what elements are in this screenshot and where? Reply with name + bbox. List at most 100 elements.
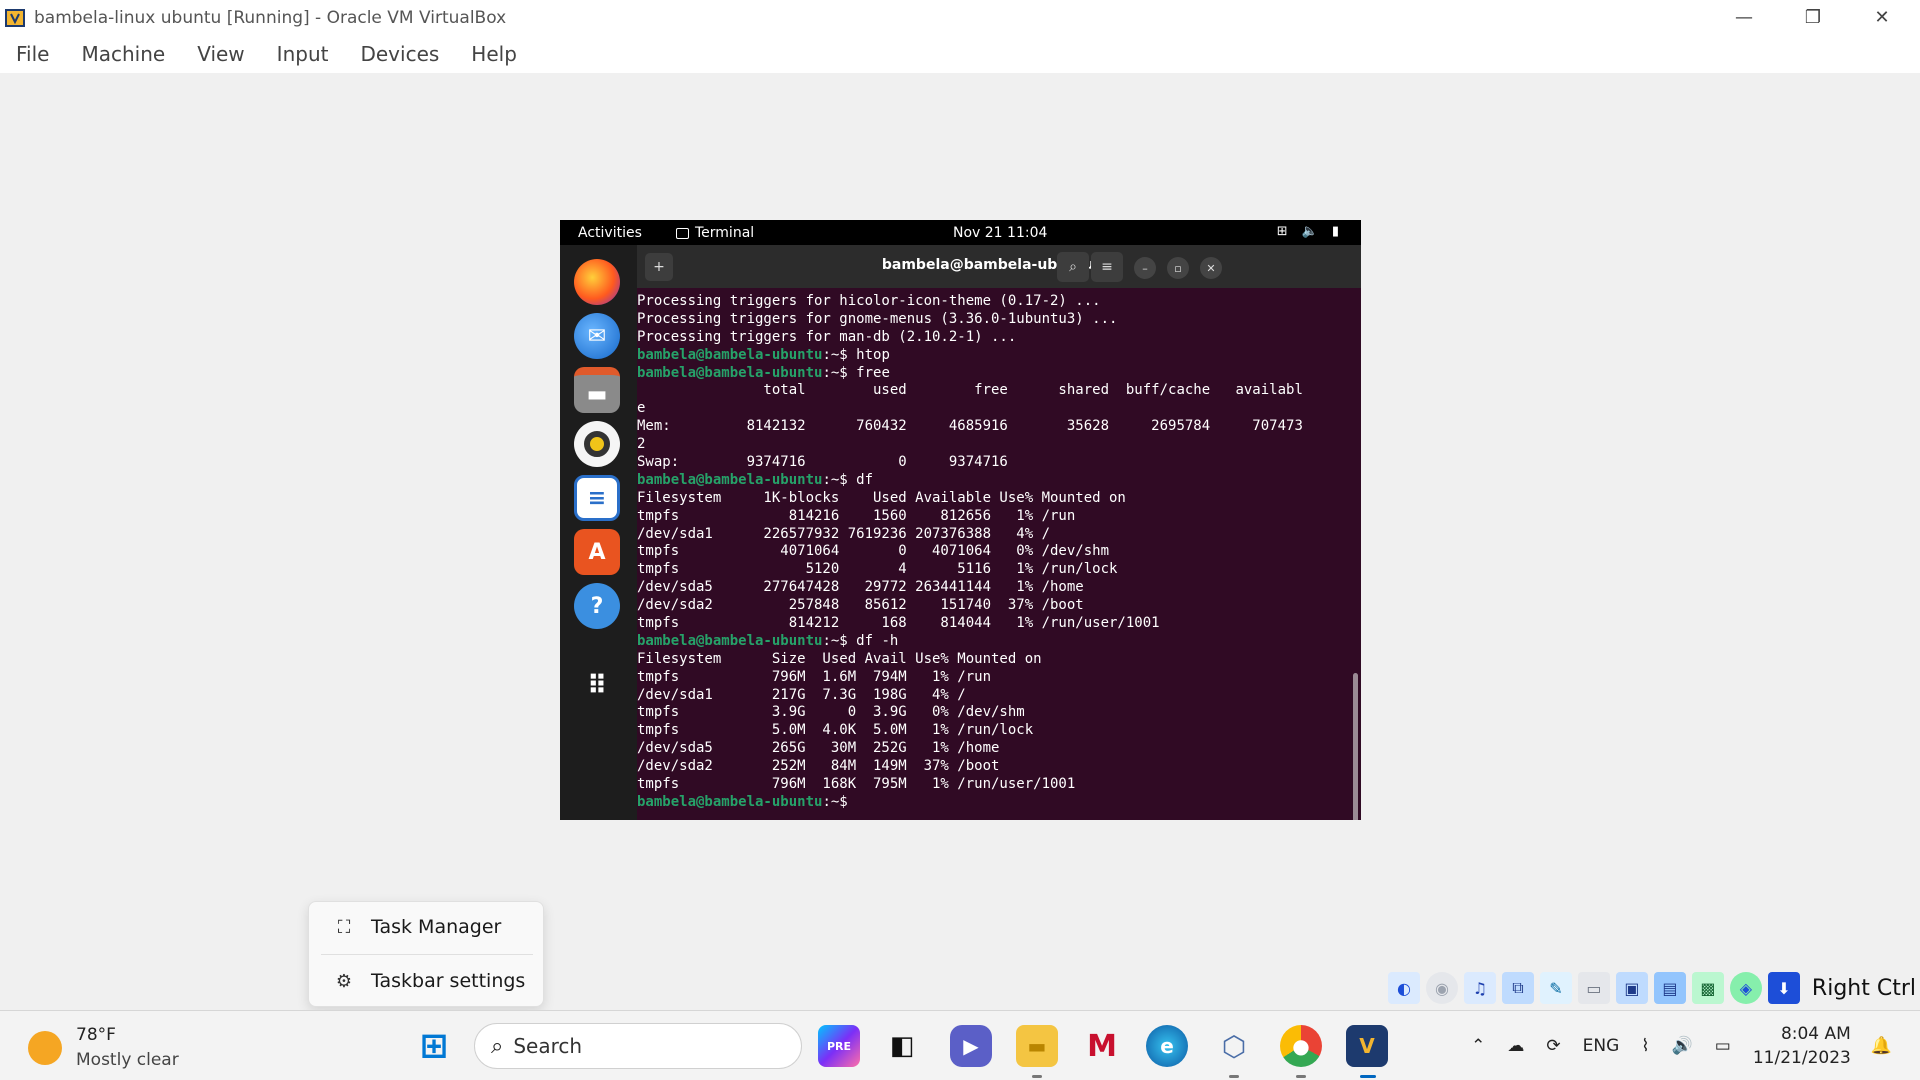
mouse-integration-icon[interactable]: ⬇ xyxy=(1767,972,1800,1004)
volume-icon: 🔈 xyxy=(1301,224,1318,239)
weather-temp: 78°F xyxy=(76,1025,116,1045)
shell-command: :~$ df xyxy=(822,471,874,488)
window-titlebar: bambela-linux ubuntu [Running] - Oracle … xyxy=(0,0,1920,35)
menu-divider xyxy=(321,954,533,955)
chrome-icon[interactable]: ● xyxy=(1280,1025,1322,1067)
recording-icon[interactable]: ▤ xyxy=(1653,972,1686,1004)
app-menu-label: Terminal xyxy=(695,225,755,241)
restore-button[interactable]: ❐ xyxy=(1779,0,1847,35)
file-explorer-icon[interactable]: ▬ xyxy=(1016,1025,1058,1067)
menu-view[interactable]: View xyxy=(197,42,244,66)
app-menu[interactable]: Terminal xyxy=(676,225,754,241)
task-view-icon[interactable]: ◧ xyxy=(881,1025,923,1067)
activities-button[interactable]: Activities xyxy=(578,225,642,241)
notification-bell-icon[interactable]: 🔔 xyxy=(1871,1036,1892,1056)
shell-prompt: bambela@bambela-ubuntu xyxy=(637,793,823,810)
start-icon[interactable]: ⊞ xyxy=(413,1025,455,1067)
shell-command: :~$ htop xyxy=(822,346,890,363)
terminal-line: 2 xyxy=(637,436,646,453)
taskbar-search[interactable]: ⌕ Search xyxy=(474,1023,802,1069)
menu-help[interactable]: Help xyxy=(471,42,517,66)
terminal-line: Processing triggers for hicolor-icon-the… xyxy=(637,293,1101,309)
close-button[interactable]: ✕ xyxy=(1848,0,1916,35)
weather-moon-icon xyxy=(28,1031,62,1065)
maximize-icon: ▫ xyxy=(1174,261,1182,275)
terminal-line: bambela@bambela-ubuntu:~$ free xyxy=(637,365,1351,383)
show-apps-icon[interactable]: ⠿ xyxy=(574,663,620,709)
explorer-running-indicator xyxy=(1032,1075,1042,1078)
terminal-minimize-button[interactable]: – xyxy=(1134,257,1156,279)
minimize-icon: — xyxy=(1735,7,1753,28)
terminal-headerbar: + bambela@bambela-ubuntu: ~ ⌕ ≡ – ▫ ✕ xyxy=(637,245,1361,288)
menu-devices[interactable]: Devices xyxy=(360,42,439,66)
vm-display[interactable]: Activities Terminal Nov 21 11:04 ⊞ 🔈 ▮ ✉… xyxy=(560,220,1361,820)
display-icon[interactable]: ▣ xyxy=(1615,972,1648,1004)
menu-file[interactable]: File xyxy=(16,42,49,66)
software-icon[interactable]: A xyxy=(574,529,620,575)
show-hidden-icons[interactable]: ⌃ xyxy=(1471,1036,1485,1056)
terminal-line: bambela@bambela-ubuntu:~$ htop xyxy=(637,347,1351,365)
optical-drive-icon[interactable]: ◉ xyxy=(1425,972,1458,1004)
terminal-maximize-button[interactable]: ▫ xyxy=(1167,257,1189,279)
shell-prompt: bambela@bambela-ubuntu xyxy=(637,632,823,649)
onedrive-icon[interactable]: ☁ xyxy=(1507,1036,1524,1056)
taskbar-clock[interactable]: 8:04 AM 11/21/2023 xyxy=(1753,1022,1851,1070)
terminal-output[interactable]: Processing triggers for hicolor-icon-the… xyxy=(637,293,1351,820)
clock[interactable]: Nov 21 11:04 xyxy=(953,225,1047,241)
taskbar-settings-item[interactable]: ⚙ Taskbar settings xyxy=(309,956,545,1006)
teams-chat-icon[interactable]: ▶ xyxy=(950,1025,992,1067)
guest-additions-icon[interactable]: ◈ xyxy=(1729,972,1762,1004)
terminal-line: e xyxy=(637,400,646,417)
terminal-line: /dev/sda5 265G 30M 252G 1% /home xyxy=(637,740,1000,757)
virtualbox-vm-icon[interactable]: V xyxy=(1346,1025,1388,1067)
files-icon[interactable]: ▬ xyxy=(574,367,620,413)
terminal-line: bambela@bambela-ubuntu:~$ df -h xyxy=(637,633,1351,651)
virtualbox-taskbar-icon[interactable]: ⬡ xyxy=(1213,1025,1255,1067)
terminal-search-button[interactable]: ⌕ xyxy=(1057,252,1089,282)
host-key-label[interactable]: Right Ctrl xyxy=(1812,976,1916,1001)
terminal-menu-button[interactable]: ≡ xyxy=(1091,252,1123,282)
system-tray[interactable]: ⊞ 🔈 ▮ xyxy=(1277,224,1339,239)
copilot-icon[interactable]: PRE xyxy=(818,1025,860,1067)
sync-icon[interactable]: ⟳ xyxy=(1546,1036,1560,1056)
menu-input[interactable]: Input xyxy=(277,42,329,66)
firefox-icon[interactable] xyxy=(574,259,620,305)
taskbar-settings-label: Taskbar settings xyxy=(371,970,526,992)
virtualbox-running-indicator xyxy=(1229,1075,1239,1078)
windows-taskbar: 78°F Mostly clear ⊞ ⌕ Search PRE ◧ ▶ ▬ M… xyxy=(0,1010,1920,1080)
task-manager-item[interactable]: ⛶ Task Manager xyxy=(309,902,545,952)
weather-widget[interactable]: 78°F Mostly clear xyxy=(28,1023,179,1073)
shared-folders-icon[interactable]: ▭ xyxy=(1577,972,1610,1004)
minimize-icon: – xyxy=(1142,261,1148,275)
terminal-line: Swap: 9374716 0 9374716 xyxy=(637,454,1008,471)
terminal-line: /dev/sda5 277647428 29772 263441144 1% /… xyxy=(637,579,1084,596)
audio-icon[interactable]: ♫ xyxy=(1463,972,1496,1004)
close-icon: ✕ xyxy=(1206,261,1216,275)
mcafee-icon[interactable]: M xyxy=(1081,1025,1123,1067)
writer-icon[interactable]: ≡ xyxy=(574,475,620,521)
battery-icon[interactable]: ▭ xyxy=(1715,1036,1731,1056)
search-icon: ⌕ xyxy=(1069,259,1077,275)
terminal-line: bambela@bambela-ubuntu:~$ df xyxy=(637,472,1351,490)
thunderbird-icon[interactable]: ✉ xyxy=(574,313,620,359)
rhythmbox-icon[interactable] xyxy=(574,421,620,467)
gnome-top-bar: Activities Terminal Nov 21 11:04 ⊞ 🔈 ▮ xyxy=(560,220,1361,245)
wifi-icon[interactable]: ⌇ xyxy=(1641,1036,1649,1056)
terminal-line: /dev/sda1 226577932 7619236 207376388 4%… xyxy=(637,525,1051,542)
terminal-close-button[interactable]: ✕ xyxy=(1200,257,1222,279)
cpu-icon[interactable]: ▩ xyxy=(1691,972,1724,1004)
network-adapter-icon[interactable]: ⧉ xyxy=(1501,972,1534,1004)
terminal-window[interactable]: + bambela@bambela-ubuntu: ~ ⌕ ≡ – ▫ ✕ Pr… xyxy=(637,245,1361,820)
speaker-icon[interactable]: 🔊 xyxy=(1672,1036,1693,1056)
minimize-button[interactable]: — xyxy=(1710,0,1778,35)
battery-icon: ▮ xyxy=(1331,224,1339,239)
terminal-scrollbar[interactable] xyxy=(1353,673,1358,820)
taskbar-context-menu: ⛶ Task Manager ⚙ Taskbar settings xyxy=(308,901,544,1007)
hard-disk-icon[interactable]: ◐ xyxy=(1387,972,1420,1004)
edge-icon[interactable]: e xyxy=(1146,1025,1188,1067)
help-icon[interactable]: ? xyxy=(574,583,620,629)
usb-icon[interactable]: ✎ xyxy=(1539,972,1572,1004)
menu-machine[interactable]: Machine xyxy=(81,42,165,66)
language-indicator[interactable]: ENG xyxy=(1583,1036,1620,1056)
terminal-line: tmpfs 814216 1560 812656 1% /run xyxy=(637,507,1076,524)
